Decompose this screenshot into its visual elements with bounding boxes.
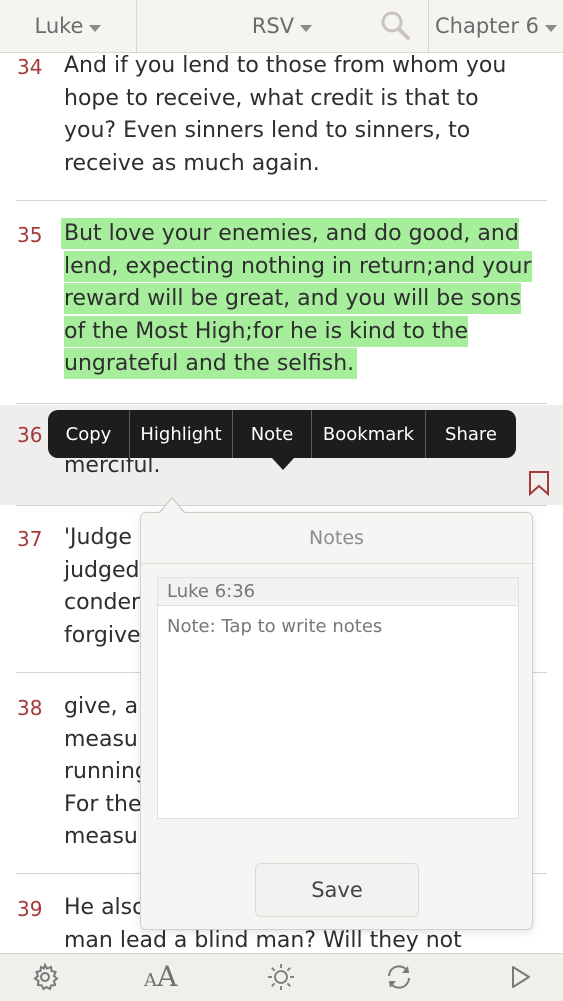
bookmark-icon[interactable] [528,470,550,496]
notes-title: Notes [309,527,364,549]
verse-divider [16,200,547,201]
bottom-toolbar: AA [0,953,563,1001]
context-menu-pointer [272,458,294,470]
copy-button[interactable]: Copy [48,410,130,458]
notes-reference: Luke 6:36 [157,577,519,605]
verse-number: 37 [17,527,43,551]
gear-icon[interactable] [30,962,60,992]
highlight-button[interactable]: Highlight [130,410,233,458]
notes-pointer-fill [160,499,184,513]
verse-text: But love your enemies, and do good, and … [64,218,534,381]
brightness-icon[interactable] [266,962,296,992]
play-icon[interactable] [505,962,535,992]
verse-number: 36 [17,423,43,447]
bookmark-button[interactable]: Bookmark [312,410,426,458]
font-size-icon[interactable]: AA [144,960,177,993]
search-icon[interactable] [380,10,410,40]
verse-divider [16,505,547,506]
book-selector[interactable]: Luke [0,0,137,52]
save-button[interactable]: Save [255,863,419,917]
chevron-down-icon [545,24,557,32]
notes-divider [141,563,532,564]
sync-icon[interactable] [384,962,414,992]
verse-highlight: But love your enemies, and do good, and … [64,221,532,376]
share-button[interactable]: Share [426,410,516,458]
verse-number: 39 [17,897,43,921]
chapter-selector[interactable]: Chapter 6 [428,0,563,52]
verse-number: 34 [17,55,43,79]
notes-popover: Notes Luke 6:36 Note: Tap to write notes… [140,512,533,930]
top-navigation-bar: Luke RSV Chapter 6 [0,0,563,53]
note-button[interactable]: Note [233,410,312,458]
note-input[interactable]: Note: Tap to write notes [157,605,519,819]
chevron-down-icon [89,24,102,32]
verse-text: And if you lend to those from whom you h… [64,53,507,176]
version-label: RSV [251,14,295,38]
book-label: Luke [34,14,84,38]
verse-divider [16,403,547,404]
context-menu: Copy Highlight Note Bookmark Share [48,410,516,458]
verse-number: 38 [17,696,43,720]
chevron-down-icon [300,24,313,32]
chapter-label: Chapter 6 [435,14,539,38]
verse-number: 35 [17,223,43,247]
